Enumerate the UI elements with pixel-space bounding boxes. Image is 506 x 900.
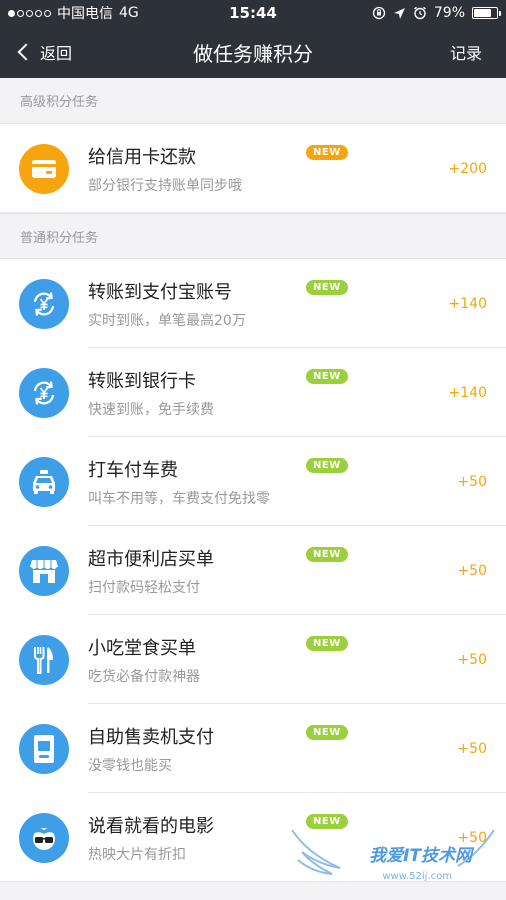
task-subtitle: 快速到账，免手续费 (88, 401, 214, 418)
new-badge: NEW (306, 546, 348, 562)
fork-knife-icon (19, 634, 69, 685)
task-points: +140 (448, 295, 487, 312)
task-text: 自助售卖机支付 没零钱也能买 NEW (88, 723, 416, 775)
section-header-advanced: 高级积分任务 (0, 78, 506, 124)
nav-bar: 返回 做任务赚积分 记录 (0, 26, 506, 78)
task-points: +50 (457, 562, 487, 579)
credit-card-icon (19, 143, 69, 194)
task-item-transfer-alipay[interactable]: 转账到支付宝账号 实时到账，单笔最高20万 NEW +140 (0, 259, 506, 348)
task-item-vending[interactable]: 自助售卖机支付 没零钱也能买 NEW +50 (0, 704, 506, 793)
task-subtitle: 热映大片有折扣 (88, 846, 186, 863)
new-badge: NEW (306, 813, 348, 829)
task-subtitle: 部分银行支持账单同步哦 (88, 177, 242, 194)
page-title: 做任务赚积分 (193, 41, 313, 66)
task-text: 给信用卡还款 部分银行支持账单同步哦 NEW (88, 143, 416, 195)
task-item-store[interactable]: 超市便利店买单 扫付款码轻松支付 NEW +50 (0, 526, 506, 615)
normal-task-list: 转账到支付宝账号 实时到账，单笔最高20万 NEW +140 转账到银行卡 快速… (0, 259, 506, 882)
orientation-lock-icon (372, 6, 386, 20)
yuan-transfer-icon (19, 367, 69, 418)
new-badge: NEW (306, 724, 348, 740)
task-points: +50 (457, 473, 487, 490)
store-icon (19, 545, 69, 596)
task-title: 转账到支付宝账号 (88, 281, 232, 303)
record-button[interactable]: 记录 (450, 40, 506, 64)
task-title: 说看就看的电影 (88, 815, 214, 837)
location-arrow-icon (393, 7, 405, 19)
new-badge: NEW (306, 368, 348, 384)
task-points: +50 (457, 829, 487, 846)
task-subtitle: 没零钱也能买 (88, 757, 172, 774)
vending-machine-icon (19, 723, 69, 774)
task-points: +140 (448, 384, 487, 401)
task-text: 转账到支付宝账号 实时到账，单笔最高20万 NEW (88, 278, 416, 330)
task-item-snack[interactable]: 小吃堂食买单 吃货必备付款神器 NEW +50 (0, 615, 506, 704)
task-subtitle: 扫付款码轻松支付 (88, 579, 200, 596)
task-title: 超市便利店买单 (88, 548, 214, 570)
task-subtitle: 实时到账，单笔最高20万 (88, 312, 246, 329)
task-title: 小吃堂食买单 (88, 637, 196, 659)
task-text: 说看就看的电影 热映大片有折扣 NEW (88, 812, 416, 864)
task-subtitle: 吃货必备付款神器 (88, 668, 200, 685)
task-item-transfer-bank[interactable]: 转账到银行卡 快速到账，免手续费 NEW +140 (0, 348, 506, 437)
alarm-clock-icon (413, 6, 426, 20)
task-title: 自助售卖机支付 (88, 726, 214, 748)
task-item-credit-card[interactable]: 给信用卡还款 部分银行支持账单同步哦 NEW +200 (0, 124, 506, 213)
new-badge: NEW (306, 144, 348, 160)
task-item-taxi[interactable]: 打车付车费 叫车不用等，车费支付免找零 NEW +50 (0, 437, 506, 526)
signal-dots-icon (8, 9, 51, 17)
advanced-task-list: 给信用卡还款 部分银行支持账单同步哦 NEW +200 (0, 124, 506, 213)
taxi-icon (19, 456, 69, 507)
task-points: +50 (457, 651, 487, 668)
task-title: 打车付车费 (88, 459, 178, 481)
carrier-name: 中国电信 (57, 6, 113, 22)
yuan-transfer-icon (19, 278, 69, 329)
chevron-left-icon (17, 43, 35, 61)
task-text: 转账到银行卡 快速到账，免手续费 NEW (88, 367, 416, 419)
task-title: 转账到银行卡 (88, 370, 196, 392)
task-text: 小吃堂食买单 吃货必备付款神器 NEW (88, 634, 416, 686)
task-points: +50 (457, 740, 487, 757)
network-type: 4G (119, 5, 139, 21)
task-text: 超市便利店买单 扫付款码轻松支付 NEW (88, 545, 416, 597)
new-badge: NEW (306, 635, 348, 651)
task-points: +200 (448, 160, 487, 177)
task-subtitle: 叫车不用等，车费支付免找零 (88, 490, 270, 507)
status-bar: 中国电信 4G 15:44 79% (0, 0, 506, 26)
task-item-movie[interactable]: 说看就看的电影 热映大片有折扣 NEW +50 (0, 793, 506, 882)
battery-icon (472, 7, 501, 19)
status-left: 中国电信 4G (8, 3, 139, 23)
glasses-face-icon (19, 812, 69, 863)
section-header-normal: 普通积分任务 (0, 213, 506, 259)
new-badge: NEW (306, 457, 348, 473)
battery-fill (474, 9, 492, 17)
back-label: 返回 (40, 44, 73, 63)
new-badge: NEW (306, 279, 348, 295)
status-right: 79% (372, 5, 501, 21)
back-button[interactable]: 返回 (0, 40, 72, 64)
task-title: 给信用卡还款 (88, 146, 196, 168)
battery-percent: 79% (433, 5, 465, 21)
task-text: 打车付车费 叫车不用等，车费支付免找零 NEW (88, 456, 416, 508)
